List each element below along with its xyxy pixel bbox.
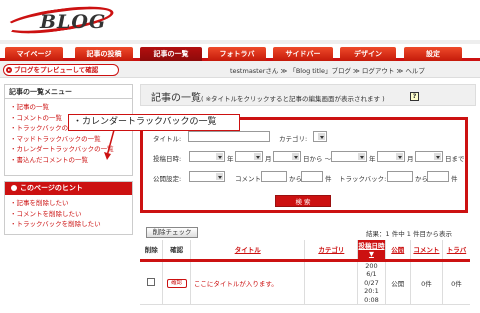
comment-label: コメント: — [235, 175, 264, 183]
public-label: 公開設定: — [153, 175, 182, 183]
article-title-link[interactable]: ここにタイトルが入ります。 — [190, 260, 306, 305]
trackback-from-input[interactable] — [387, 171, 413, 182]
to-day-select[interactable] — [415, 151, 443, 162]
category-select[interactable] — [313, 131, 327, 142]
to-year-select[interactable] — [331, 151, 367, 162]
logo[interactable]: BLOG — [0, 1, 480, 39]
col-date[interactable]: 投稿日時▼ — [357, 240, 386, 262]
page-heading: 記事の一覧( ※タイトルをクリックすると記事の編集画面が表示されます ) ? — [140, 84, 476, 106]
help-icon[interactable]: ? — [410, 92, 419, 101]
trackback-label: トラックバック: — [339, 175, 387, 183]
row-delete-cell — [140, 260, 164, 305]
callout-arrow-icon — [104, 130, 115, 160]
page-hint-box: このページのヒント ・記事を削除したい ・コメントを削除したい ・トラックバック… — [4, 181, 133, 235]
article-trackback-count[interactable]: 0件 — [442, 260, 470, 305]
from-month-select[interactable] — [235, 151, 263, 162]
menu-title: 記事の一覧メニュー — [5, 85, 132, 99]
table-row: 確認 ここにタイトルが入ります。 200 6/1 0/27 20:1 0:08 … — [140, 260, 470, 305]
logo-text: BLOG — [40, 11, 107, 33]
page-heading-note: ( ※タイトルをクリックすると記事の編集画面が表示されます ) — [201, 95, 385, 103]
comment-from-input[interactable] — [261, 171, 287, 182]
col-delete: 削除 — [140, 240, 164, 262]
tab-photoraba[interactable]: フォトラバ — [208, 47, 266, 61]
col-trackback[interactable]: トラバ — [442, 240, 470, 262]
sidebar-item-article-list[interactable]: ・記事の一覧 — [10, 102, 127, 113]
tab-settings[interactable]: 設定 — [404, 47, 462, 61]
main-nav: マイページ 記事の投稿 記事の一覧 フォトラバ サイドバー デザイン 設定 — [0, 44, 480, 61]
from-year-select[interactable] — [189, 151, 225, 162]
header: BLOG — [0, 0, 480, 44]
date-label: 投稿日時: — [153, 155, 182, 163]
page-title: 記事の一覧( ※タイトルをクリックすると記事の編集画面が表示されます ) — [151, 93, 385, 104]
search-button[interactable]: 検 索 — [275, 195, 331, 207]
user-breadcrumb[interactable]: testmasterさん ≫ 「Blog title」ブログ ≫ ログアウト ≫… — [230, 65, 425, 75]
callout-label: ・カレンダートラックバックの一覧 — [68, 114, 240, 131]
hint-delete-trackback[interactable]: ・トラックバックを削除したい — [10, 219, 127, 230]
preview-blog-button[interactable]: ブログをプレビューして確認 — [3, 64, 119, 76]
col-category[interactable]: カテゴリ — [304, 240, 359, 262]
delete-check-button[interactable]: 削除チェック — [146, 227, 198, 238]
row-confirm-cell: 確認 — [162, 260, 191, 305]
col-title[interactable]: タイトル — [190, 240, 306, 262]
confirm-button[interactable]: 確認 — [166, 278, 187, 288]
result-summary: 結果：1 件中 1 件目から表示 — [366, 230, 452, 238]
title-label: タイトル: — [153, 135, 182, 143]
comment-to-input[interactable] — [301, 171, 323, 182]
sub-bar: ブログをプレビューして確認 testmasterさん ≫ 「Blog title… — [0, 61, 480, 78]
trackback-to-input[interactable] — [427, 171, 449, 182]
public-select[interactable] — [189, 171, 225, 182]
tab-article-list[interactable]: 記事の一覧 — [140, 47, 202, 61]
article-category — [304, 260, 359, 305]
bullet-icon — [11, 184, 17, 191]
tab-sidebar[interactable]: サイドバー — [273, 47, 333, 61]
article-table: 削除 確認 タイトル カテゴリ 投稿日時▼ 公開 コメント トラバ 確認 ここに… — [140, 240, 470, 305]
hint-delete-article[interactable]: ・記事を削除したい — [10, 198, 127, 209]
from-day-select[interactable] — [273, 151, 301, 162]
search-form: タイトル: カテゴリ: 投稿日時: 年 月 日から ～ 年 月 日まで 公開設定… — [140, 117, 468, 213]
category-label: カテゴリ: — [279, 135, 308, 143]
delete-checkbox[interactable] — [147, 277, 156, 286]
article-comment-count[interactable]: 0件 — [410, 260, 443, 305]
col-confirm: 確認 — [162, 240, 191, 262]
col-public[interactable]: 公開 — [385, 240, 411, 262]
article-public: 公開 — [385, 260, 411, 305]
tab-mypage[interactable]: マイページ — [5, 47, 63, 61]
hint-delete-comment[interactable]: ・コメントを削除したい — [10, 209, 127, 220]
preview-blog-label: ブログをプレビューして確認 — [14, 66, 99, 74]
tab-design[interactable]: デザイン — [340, 47, 396, 61]
title-input[interactable] — [188, 131, 270, 142]
hint-title: このページのヒント — [5, 182, 132, 195]
col-comment[interactable]: コメント — [410, 240, 443, 262]
play-icon — [6, 67, 12, 73]
tab-post-article[interactable]: 記事の投稿 — [75, 47, 133, 61]
article-date: 200 6/1 0/27 20:1 0:08 — [357, 260, 386, 305]
to-month-select[interactable] — [377, 151, 405, 162]
